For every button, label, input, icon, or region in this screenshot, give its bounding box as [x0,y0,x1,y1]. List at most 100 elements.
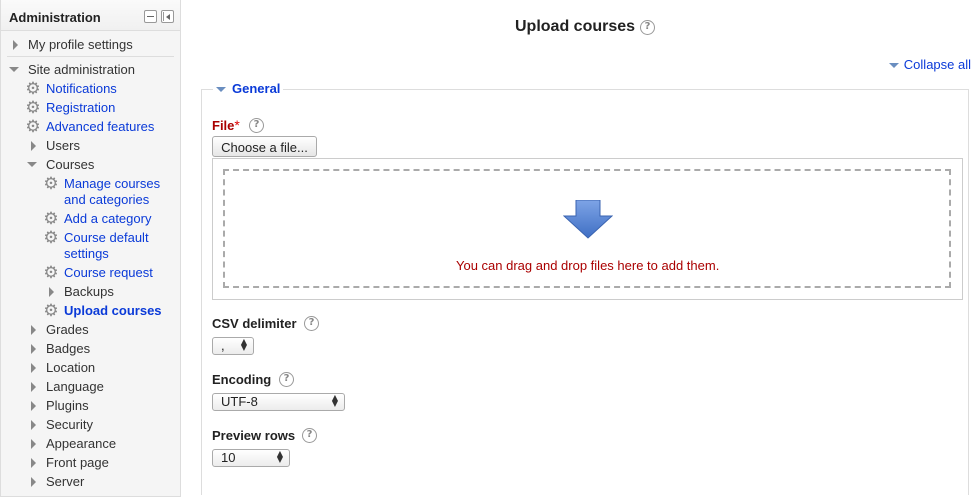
nav-item-label: Registration [46,100,116,115]
nav-item-label: Front page [46,455,109,470]
nav-item-upload-courses[interactable]: ⚙ Upload courses [43,301,162,321]
nav-item-language[interactable]: Language [29,379,104,395]
expand-arrow-icon [31,325,36,335]
nav-item-my-profile-settings[interactable]: My profile settings [11,37,133,53]
nav-item-courses[interactable]: Courses [27,157,94,173]
nav-item-label: Notifications [46,81,117,96]
nav-item-label: Courses [46,157,95,172]
gear-icon: ⚙ [25,79,41,99]
nav-item-plugins[interactable]: Plugins [29,398,89,414]
collapse-arrow-icon [216,87,226,92]
gear-icon: ⚙ [43,228,59,248]
nav-item-users[interactable]: Users [29,138,80,154]
expand-arrow-icon [31,401,36,411]
nav-item-front-page[interactable]: Front page [29,455,109,471]
nav-item-label: Security [46,417,93,432]
gear-icon: ⚙ [25,117,41,137]
gear-icon: ⚙ [25,98,41,118]
gear-icon: ⚙ [43,263,59,283]
nav-item-label: Language [46,379,104,394]
collapse-block-icon[interactable] [144,10,157,23]
expand-arrow-icon [49,287,54,297]
nav-item-label: Site administration [28,62,135,77]
file-label: File* [212,117,240,133]
choose-file-button[interactable]: Choose a file... [212,136,317,157]
expand-arrow-icon [31,439,36,449]
file-label-text: File [212,118,235,133]
nav-item-course-default-settings[interactable]: ⚙ Course default settings [43,228,149,262]
preview-rows-label: Preview rows [212,428,296,443]
select-arrows-icon: ▲ ▼ [331,393,338,408]
nav-item-label: Backups [64,284,114,299]
help-icon[interactable]: ? [302,428,317,443]
collapse-arrow-icon [27,162,37,167]
nav-item-manage-courses[interactable]: ⚙ Manage courses and categories [43,176,160,208]
help-icon[interactable]: ? [304,316,319,331]
gear-icon: ⚙ [43,301,59,321]
required-icon: * [234,117,240,133]
nav-item-label: Server [46,474,85,489]
nav-item-location[interactable]: Location [29,360,95,376]
collapse-all-label: Collapse all [903,57,971,72]
administration-block-header: Administration [1,0,180,31]
encoding-label: Encoding [212,372,272,387]
nav-item-label: Location [46,360,96,375]
nav-item-badges[interactable]: Badges [29,341,90,357]
csv-delimiter-label: CSV delimiter [212,316,297,331]
collapse-arrow-icon [888,63,899,68]
nav-item-backups[interactable]: Backups [47,284,114,300]
collapse-all-link[interactable]: Collapse all [888,57,971,72]
nav-item-course-request[interactable]: ⚙ Course request [43,263,153,283]
nav-item-label: and categories [64,192,150,207]
select-arrows-icon: ▲ ▼ [240,337,247,352]
divider [7,56,174,57]
select-arrows-icon: ▲ ▼ [276,449,283,464]
nav-item-appearance[interactable]: Appearance [29,436,116,452]
nav-item-label: Appearance [46,436,117,451]
select-value: UTF-8 [221,394,258,409]
page-title: Upload courses [515,18,636,35]
help-icon[interactable]: ? [640,20,655,35]
preview-rows-select[interactable]: 10 ▲ ▼ [212,449,290,467]
expand-arrow-icon [31,458,36,468]
nav-item-label: Grades [46,322,89,337]
nav-item-label: Users [46,138,80,153]
csv-delimiter-select[interactable]: , ▲ ▼ [212,337,254,355]
administration-block-title: Administration [9,10,101,25]
expand-arrow-icon [13,40,18,50]
nav-item-server[interactable]: Server [29,474,84,490]
select-value: 10 [221,450,236,465]
expand-arrow-icon [31,141,36,151]
administration-block: Administration My profile settings Site … [0,0,181,497]
nav-item-label: Add a category [64,211,152,226]
gear-icon: ⚙ [43,174,59,194]
general-section-toggle[interactable]: General [213,81,284,96]
nav-item-label: Advanced features [46,119,155,134]
nav-item-label: Plugins [46,398,89,413]
select-value: , [221,338,225,353]
nav-item-label: My profile settings [28,37,133,52]
nav-item-add-category[interactable]: ⚙ Add a category [43,209,152,229]
drop-hint-text: You can drag and drop files here to add … [456,258,720,273]
gear-icon: ⚙ [43,209,59,229]
expand-arrow-icon [31,382,36,392]
nav-item-notifications[interactable]: ⚙ Notifications [25,79,117,99]
section-title: General [232,81,281,96]
nav-item-label: Manage courses [64,176,161,191]
help-icon[interactable]: ? [279,372,294,387]
encoding-select[interactable]: UTF-8 ▲ ▼ [212,393,345,411]
nav-item-label: Course request [64,265,153,280]
nav-item-advanced-features[interactable]: ⚙ Advanced features [25,117,155,137]
expand-arrow-icon [31,420,36,430]
nav-item-site-administration[interactable]: Site administration [9,62,135,78]
nav-item-registration[interactable]: ⚙ Registration [25,98,116,118]
dock-block-icon[interactable] [161,10,174,23]
nav-item-grades[interactable]: Grades [29,322,89,338]
collapse-arrow-icon [9,67,19,72]
help-icon[interactable]: ? [249,118,264,133]
expand-arrow-icon [31,344,36,354]
nav-item-label: Upload courses [64,303,162,318]
nav-item-label: Course default [64,230,149,245]
nav-item-security[interactable]: Security [29,417,93,433]
drop-arrow-icon [563,200,613,239]
